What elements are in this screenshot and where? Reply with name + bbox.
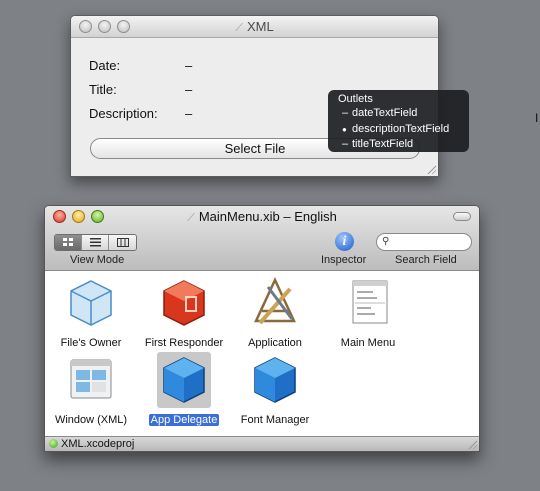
column-view-icon	[116, 238, 129, 247]
object-main-menu[interactable]: Main Menu	[321, 277, 415, 349]
description-text-field[interactable]: –	[185, 106, 192, 121]
outlet-connected-icon: ●	[342, 124, 347, 134]
object-application[interactable]: Application	[228, 277, 322, 349]
object-window-xml[interactable]: Window (XML)	[44, 354, 138, 426]
title-text-field[interactable]: –	[185, 82, 192, 97]
column-view-button[interactable]	[109, 235, 136, 250]
search-field[interactable]: ⚲	[376, 233, 472, 251]
outlet-description-text-field[interactable]: ● descriptionTextField	[338, 122, 469, 138]
project-status-bar: XML.xcodeproj	[45, 436, 479, 451]
description-label: Description:	[89, 106, 158, 121]
list-view-button[interactable]	[82, 235, 109, 250]
app-delegate-cube-icon	[163, 357, 205, 403]
view-mode-control	[54, 234, 137, 251]
icon-view-icon	[62, 238, 73, 246]
outlets-popup: Outlets – dateTextField ● descriptionTextF…	[328, 90, 469, 152]
icon-view-button[interactable]	[55, 235, 82, 250]
date-text-field[interactable]: –	[185, 58, 192, 73]
resize-grip-icon[interactable]	[426, 164, 436, 174]
document-icon: ⟋	[235, 22, 243, 34]
list-view-icon	[89, 238, 101, 247]
outlet-unconnected-icon: –	[342, 138, 349, 150]
object-first-responder[interactable]: First Responder	[137, 277, 231, 349]
window-icon	[70, 359, 112, 399]
application-icon	[254, 277, 296, 325]
outlet-unconnected-icon: –	[342, 107, 349, 119]
search-field-label: Search Field	[395, 254, 457, 266]
xml-window-title: ⟋ XML	[235, 19, 274, 34]
object-app-delegate[interactable]: App Delegate	[137, 354, 231, 428]
xib-toolbar[interactable]: ⟋ MainMenu.xib – English View Mode i Ins…	[45, 206, 479, 271]
outlets-title: Outlets	[338, 93, 373, 105]
object-files-owner[interactable]: File's Owner	[44, 277, 138, 349]
toolbar-toggle-button[interactable]	[453, 212, 471, 221]
xml-window-titlebar[interactable]: ⟋ XML	[71, 16, 438, 38]
search-icon: ⚲	[382, 236, 390, 247]
outlet-date-text-field[interactable]: – dateTextField	[338, 106, 469, 122]
inspector-label: Inspector	[321, 254, 367, 266]
project-name[interactable]: XML.xcodeproj	[61, 438, 134, 450]
font-manager-cube-icon	[254, 357, 296, 403]
xib-document-window: ⟋ MainMenu.xib – English View Mode i Ins…	[44, 205, 480, 452]
outlet-title-text-field[interactable]: – titleTextField	[338, 137, 469, 153]
inspector-info-icon[interactable]: i	[335, 232, 354, 251]
main-menu-icon	[352, 280, 388, 324]
object-font-manager[interactable]: Font Manager	[228, 354, 322, 426]
document-icon: ⟋	[187, 212, 195, 224]
title-label: Title:	[89, 82, 117, 97]
first-responder-icon	[163, 280, 205, 326]
xib-window-title: ⟋ MainMenu.xib – English	[187, 209, 337, 224]
date-label: Date:	[89, 58, 121, 73]
view-mode-label: View Mode	[70, 254, 125, 266]
files-owner-cube-icon	[70, 280, 112, 326]
project-status-icon	[49, 439, 58, 448]
objects-grid: File's Owner First Responder Application	[45, 272, 479, 438]
text-cursor-icon: I	[535, 111, 539, 125]
